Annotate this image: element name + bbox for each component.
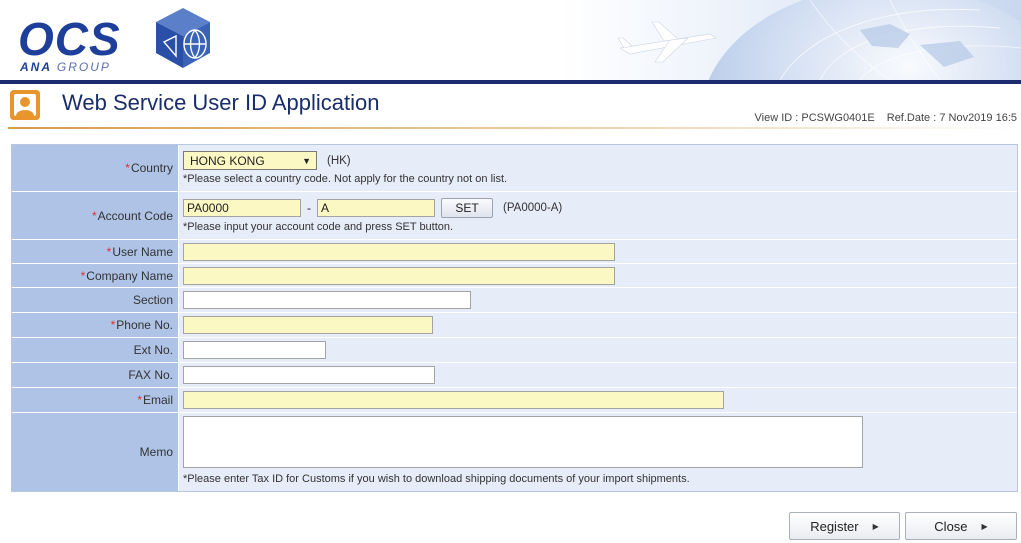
required-mark: *	[106, 244, 112, 259]
required-mark: *	[91, 208, 97, 223]
section-cell	[179, 288, 1017, 312]
account-code-label: * Account Code	[12, 192, 179, 239]
phone-input[interactable]	[183, 316, 433, 334]
required-mark: *	[110, 318, 116, 332]
required-mark: *	[80, 268, 86, 283]
dropdown-arrow-icon: ▼	[302, 155, 311, 166]
ref-date: Ref.Date : 7 Nov2019 16:5	[886, 112, 1017, 124]
account-code-example: (PA0000-A)	[503, 202, 563, 214]
row-phone: * Phone No.	[12, 313, 1017, 338]
row-ext: Ext No.	[12, 338, 1017, 363]
set-button[interactable]: SET	[441, 198, 493, 218]
arrow-right-icon: ▶	[872, 521, 879, 531]
memo-textarea[interactable]	[183, 416, 863, 468]
phone-cell	[179, 313, 1017, 337]
required-mark: *	[125, 161, 130, 175]
header-banner: OCS ANA GROUP	[0, 0, 1021, 80]
user-name-input[interactable]	[183, 242, 615, 261]
title-underline	[8, 127, 1021, 129]
country-cell: HONG KONG ▼ (HK) *Please select a countr…	[179, 145, 1017, 191]
account-code-separator: -	[307, 201, 311, 215]
register-button[interactable]: Register ▶	[789, 512, 900, 540]
close-button[interactable]: Close ▶	[905, 512, 1017, 540]
ext-label: Ext No.	[12, 338, 179, 362]
row-country: * Country HONG KONG ▼ (HK) *Please select…	[12, 145, 1017, 192]
account-code-cell: - SET (PA0000-A) *Please input your acco…	[179, 192, 1017, 239]
company-name-label: * Company Name	[12, 264, 179, 287]
row-email: * Email	[12, 388, 1017, 413]
application-form: * Country HONG KONG ▼ (HK) *Please select…	[11, 144, 1018, 492]
row-fax: FAX No.	[12, 363, 1017, 388]
row-section: Section	[12, 288, 1017, 313]
header-divider	[0, 80, 1021, 84]
user-icon	[10, 90, 40, 120]
user-name-label: * User Name	[12, 240, 179, 263]
email-label: * Email	[12, 388, 179, 412]
row-company-name: * Company Name	[12, 264, 1017, 288]
section-input[interactable]	[183, 291, 471, 309]
ocs-logo: OCS ANA GROUP	[14, 6, 214, 78]
memo-cell: *Please enter Tax ID for Customs if you …	[179, 413, 1017, 491]
page-title: Web Service User ID Application	[62, 90, 380, 115]
page-meta: View ID : PCSWG0401E Ref.Date : 7 Nov2019…	[755, 112, 1017, 124]
country-code: (HK)	[327, 154, 351, 167]
email-input[interactable]	[183, 391, 724, 409]
memo-label: Memo	[12, 413, 179, 491]
fax-input[interactable]	[183, 366, 435, 384]
fax-label: FAX No.	[12, 363, 179, 387]
cube-globe-icon	[156, 8, 210, 68]
row-memo: Memo *Please enter Tax ID for Customs if…	[12, 413, 1017, 491]
phone-label: * Phone No.	[12, 313, 179, 337]
country-select-value: HONG KONG	[190, 153, 265, 168]
logo-wordmark: OCS	[18, 13, 121, 65]
view-id: View ID : PCSWG0401E	[754, 112, 875, 124]
country-note: *Please select a country code. Not apply…	[183, 173, 508, 185]
page-title-row: Web Service User ID Application View ID …	[0, 86, 1021, 128]
airplane-globe-illustration	[560, 0, 1021, 80]
memo-note: *Please enter Tax ID for Customs if you …	[183, 473, 690, 485]
account-code-note: *Please input your account code and pres…	[183, 221, 454, 233]
company-name-input[interactable]	[183, 266, 615, 285]
email-cell	[179, 388, 1017, 412]
ext-cell	[179, 338, 1017, 362]
fax-cell	[179, 363, 1017, 387]
row-account-code: *Account Code - SET (PA0000-A) *Please i…	[12, 192, 1017, 240]
logo-sub-ana: ANA	[20, 60, 52, 74]
required-mark: *	[137, 393, 142, 407]
row-user-name: * User Name	[12, 240, 1017, 264]
account-code-input[interactable]	[183, 199, 301, 217]
logo-subtitle: ANA GROUP	[20, 60, 111, 74]
register-button-label: Register	[810, 518, 859, 534]
country-select[interactable]: HONG KONG ▼	[183, 151, 317, 170]
country-label: * Country	[12, 145, 179, 191]
section-label: Section	[12, 288, 179, 312]
user-name-cell	[179, 240, 1017, 263]
logo-sub-group: GROUP	[56, 60, 111, 74]
account-suffix-input[interactable]	[317, 199, 435, 217]
company-name-cell	[179, 264, 1017, 287]
ext-input[interactable]	[183, 341, 326, 359]
arrow-right-icon: ▶	[981, 521, 988, 531]
close-button-label: Close	[934, 518, 968, 534]
